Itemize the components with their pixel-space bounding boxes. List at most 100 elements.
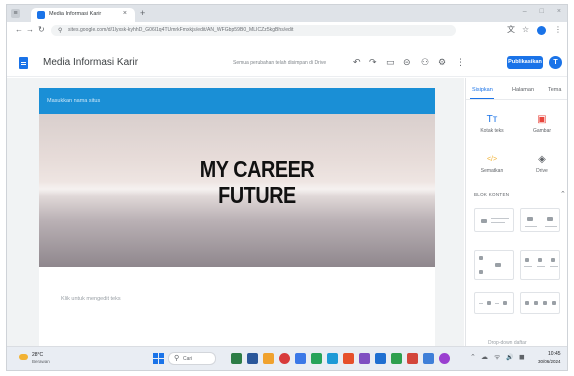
file-explorer-icon[interactable] xyxy=(263,353,274,364)
back-icon[interactable]: ← xyxy=(15,25,23,35)
link-icon[interactable]: ⊝ xyxy=(403,57,411,67)
word-app-icon[interactable] xyxy=(375,353,386,364)
site-name-placeholder[interactable]: Masukkan nama situs xyxy=(47,98,100,104)
wifi-icon[interactable]: ᯤ xyxy=(494,353,500,363)
layout-line xyxy=(550,266,558,267)
window-menu-icon[interactable]: ≡ xyxy=(11,9,20,18)
site-document-title[interactable]: Media Informasi Karir xyxy=(43,57,138,68)
layout-image-icon xyxy=(527,217,533,221)
reload-icon[interactable]: ↻ xyxy=(38,25,45,35)
settings-gear-icon[interactable]: ⚙ xyxy=(438,57,446,67)
site-info-icon[interactable]: ⚲ xyxy=(58,27,62,34)
publish-button[interactable]: Publikasikan xyxy=(507,56,543,69)
url-text[interactable]: sites.google.com/d/1lyxsk-kyhhD_G06l1q4T… xyxy=(68,27,294,33)
redo-icon[interactable]: ↷ xyxy=(369,57,377,67)
task-view-icon[interactable] xyxy=(247,353,258,364)
new-tab-button[interactable]: + xyxy=(140,8,145,18)
image-icon: ▣ xyxy=(537,114,547,125)
sites-editor-header: Media Informasi Karir Semua perubahan te… xyxy=(7,47,567,77)
tab-themes[interactable]: Tema xyxy=(548,87,561,93)
insert-drive-label: Drive xyxy=(536,168,548,174)
search-icon: ⚲ xyxy=(174,355,180,362)
translate-icon[interactable]: 文 xyxy=(507,25,515,35)
insert-image-label: Gambar xyxy=(532,128,552,134)
drive-icon: ◈ xyxy=(538,154,546,165)
layout-image-icon xyxy=(481,219,487,223)
layout-tile[interactable] xyxy=(474,292,514,314)
layout-image-icon xyxy=(487,301,491,305)
layout-image-icon xyxy=(534,301,538,305)
layout-tile[interactable] xyxy=(474,250,514,280)
store-app-icon[interactable] xyxy=(311,353,322,364)
forward-icon[interactable]: → xyxy=(26,25,34,35)
hero-title[interactable]: MY CAREER FUTURE xyxy=(190,156,324,208)
save-status: Semua perubahan telah disimpan di Drive xyxy=(233,60,327,66)
account-avatar[interactable]: T xyxy=(549,56,562,69)
chrome-app-icon[interactable] xyxy=(279,353,290,364)
windows-taskbar: 28°C Berawan ⚲ Cari ⌃ ☁ ᯤ 🔊 ◼ 10:45 30/0… xyxy=(7,346,567,370)
layout-line xyxy=(495,303,499,304)
layout-image-icon xyxy=(479,270,483,274)
profile-icon[interactable] xyxy=(537,26,546,35)
layout-tile[interactable] xyxy=(520,292,560,314)
layout-tile[interactable] xyxy=(520,208,560,232)
layout-line xyxy=(491,218,509,219)
tray-overflow-icon[interactable]: ⌃ xyxy=(470,353,476,363)
more-options-icon[interactable]: ⋮ xyxy=(456,57,465,67)
volume-icon[interactable]: 🔊 xyxy=(506,353,513,363)
browser-tab[interactable]: Media Informasi Karir × xyxy=(31,8,135,22)
text-block-placeholder[interactable]: Klik untuk mengedit teks xyxy=(61,296,121,302)
panel-divider xyxy=(466,99,567,100)
side-panel-tabs: Sisipkan Halaman Tema xyxy=(466,84,567,100)
browser-toolbar: ← → ↻ ⚲ sites.google.com/d/1lyxsk-kyhhD_… xyxy=(7,22,567,39)
taskbar-search-label: Cari xyxy=(183,356,193,362)
insert-text-box-label: Kotak teks xyxy=(480,128,504,134)
minimize-button[interactable]: – xyxy=(523,8,527,15)
insert-text-box[interactable]: Tт Kotak teks xyxy=(472,114,512,134)
layout-line xyxy=(537,266,545,267)
layout-line xyxy=(524,266,532,267)
undo-icon[interactable]: ↶ xyxy=(353,57,361,67)
bookmark-star-icon[interactable]: ☆ xyxy=(522,25,529,35)
office-app-icon[interactable] xyxy=(343,353,354,364)
weather-condition: Berawan xyxy=(32,359,50,364)
layout-tile[interactable] xyxy=(474,208,514,232)
screen-frame: ≡ Media Informasi Karir × + – □ × ← → ↻ … xyxy=(6,4,568,371)
insert-embed-label: Sematkan xyxy=(480,168,504,174)
layout-image-icon xyxy=(525,258,529,262)
tab-close-icon[interactable]: × xyxy=(123,10,127,17)
layout-image-icon xyxy=(551,258,555,262)
insert-drive[interactable]: ◈ Drive xyxy=(522,154,562,174)
teams-app-icon[interactable] xyxy=(359,353,370,364)
browser-app-icon[interactable] xyxy=(439,353,450,364)
windows-start-icon[interactable] xyxy=(153,353,164,364)
hero-banner[interactable]: MY CAREER FUTURE xyxy=(39,114,435,267)
onedrive-icon[interactable]: ☁ xyxy=(481,353,488,363)
layout-line xyxy=(479,303,483,304)
sites-logo-icon[interactable] xyxy=(19,57,28,69)
powerpoint-app-icon[interactable] xyxy=(407,353,418,364)
layout-tile[interactable] xyxy=(520,250,560,280)
system-clock[interactable]: 10:45 30/06/2024 xyxy=(538,351,561,364)
widgets-app-icon[interactable] xyxy=(231,353,242,364)
collapse-chevron-icon[interactable]: ⌃ xyxy=(560,190,566,198)
tab-pages[interactable]: Halaman xyxy=(512,87,534,93)
mail-app-icon[interactable] xyxy=(327,353,338,364)
browser-tab-title: Media Informasi Karir xyxy=(49,11,102,17)
layout-image-icon xyxy=(547,217,553,221)
preview-icon[interactable]: ▭ xyxy=(386,57,395,67)
excel-app-icon[interactable] xyxy=(391,353,402,364)
close-window-button[interactable]: × xyxy=(557,8,561,15)
taskbar-search[interactable]: ⚲ Cari xyxy=(168,352,216,365)
browser-menu-icon[interactable]: ⋮ xyxy=(554,25,562,35)
maps-app-icon[interactable] xyxy=(423,353,434,364)
insert-image[interactable]: ▣ Gambar xyxy=(522,114,562,134)
edge-app-icon[interactable] xyxy=(295,353,306,364)
address-bar[interactable]: ⚲ sites.google.com/d/1lyxsk-kyhhD_G06l1q… xyxy=(51,25,456,36)
battery-icon[interactable]: ◼ xyxy=(519,353,525,363)
maximize-button[interactable]: □ xyxy=(540,8,544,15)
share-user-icon[interactable]: ⚇ xyxy=(421,57,429,67)
tab-insert[interactable]: Sisipkan xyxy=(472,87,493,93)
site-header-band[interactable]: Masukkan nama situs xyxy=(39,88,435,114)
insert-embed[interactable]: </> Sematkan xyxy=(472,154,512,174)
